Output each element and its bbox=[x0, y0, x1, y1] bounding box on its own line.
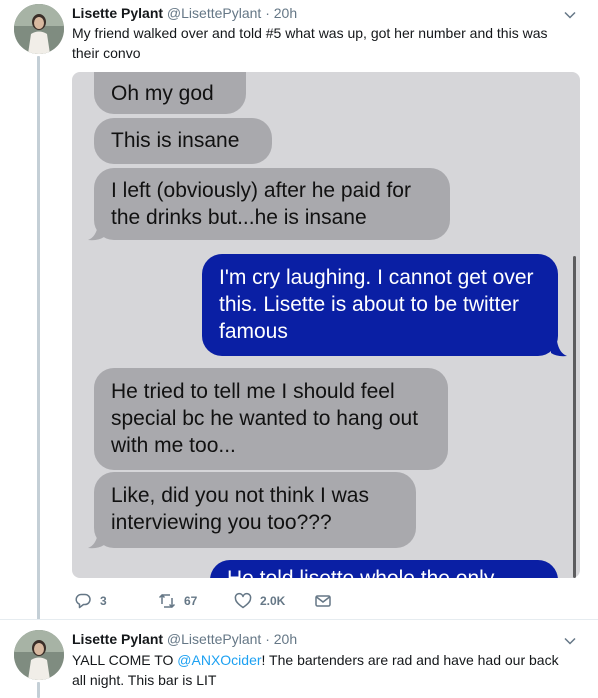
like-button[interactable]: 2.0K bbox=[234, 592, 285, 610]
timestamp[interactable]: 20h bbox=[274, 631, 297, 647]
bubble-tail bbox=[88, 225, 104, 241]
separator: · bbox=[265, 631, 270, 647]
tweet-divider bbox=[0, 619, 598, 620]
mention-link[interactable]: @ANXOcider bbox=[177, 652, 261, 668]
separator: · bbox=[265, 5, 270, 21]
tweet-media-image[interactable]: Oh my god This is insane I left (obvious… bbox=[72, 72, 580, 578]
bubble-tail bbox=[88, 533, 104, 549]
chevron-down-icon[interactable] bbox=[562, 633, 578, 649]
bubble-tail bbox=[551, 341, 567, 357]
thread-line-bottom bbox=[37, 682, 40, 698]
tweet-text: My friend walked over and told #5 what w… bbox=[72, 25, 548, 61]
tweet-text: YALL COME TO @ANXOcider! The bartenders … bbox=[72, 650, 562, 690]
message-bubble-incoming: I left (obviously) after he paid for the… bbox=[94, 168, 450, 240]
direct-message-button[interactable] bbox=[314, 592, 332, 610]
message-bubble-incoming: Oh my god bbox=[94, 72, 246, 114]
message-bubble-incoming: This is insane bbox=[94, 118, 272, 164]
reply-icon bbox=[75, 593, 91, 609]
avatar[interactable] bbox=[14, 630, 64, 680]
scrollbar bbox=[573, 256, 576, 578]
reply-count: 3 bbox=[100, 594, 107, 608]
user-handle[interactable]: @LisettePylant bbox=[167, 5, 261, 21]
message-bubble-incoming: He tried to tell me I should feel specia… bbox=[94, 368, 448, 470]
display-name[interactable]: Lisette Pylant bbox=[72, 5, 163, 21]
message-icon bbox=[315, 595, 331, 607]
avatar[interactable] bbox=[14, 4, 64, 54]
retweet-icon bbox=[158, 593, 176, 609]
tweet-text-part: YALL COME TO bbox=[72, 652, 178, 668]
thread-line-top bbox=[37, 56, 40, 620]
tweet-header: Lisette Pylant @LisettePylant · 20h bbox=[72, 630, 297, 648]
display-name[interactable]: Lisette Pylant bbox=[72, 631, 163, 647]
tweet-header: Lisette Pylant @LisettePylant · 20h bbox=[72, 4, 297, 22]
reply-button[interactable]: 3 bbox=[74, 592, 107, 610]
chevron-down-icon[interactable] bbox=[562, 7, 578, 23]
message-bubble-outgoing: He told lisette whole the only bbox=[210, 560, 558, 578]
like-icon bbox=[234, 592, 252, 609]
user-handle[interactable]: @LisettePylant bbox=[167, 631, 261, 647]
like-count: 2.0K bbox=[260, 594, 286, 608]
message-bubble-incoming: Like, did you not think I was interviewi… bbox=[94, 472, 416, 548]
retweet-count: 67 bbox=[184, 594, 198, 608]
message-bubble-outgoing: I'm cry laughing. I cannot get over this… bbox=[202, 254, 558, 356]
retweet-button[interactable]: 67 bbox=[158, 592, 197, 610]
timestamp[interactable]: 20h bbox=[274, 5, 297, 21]
